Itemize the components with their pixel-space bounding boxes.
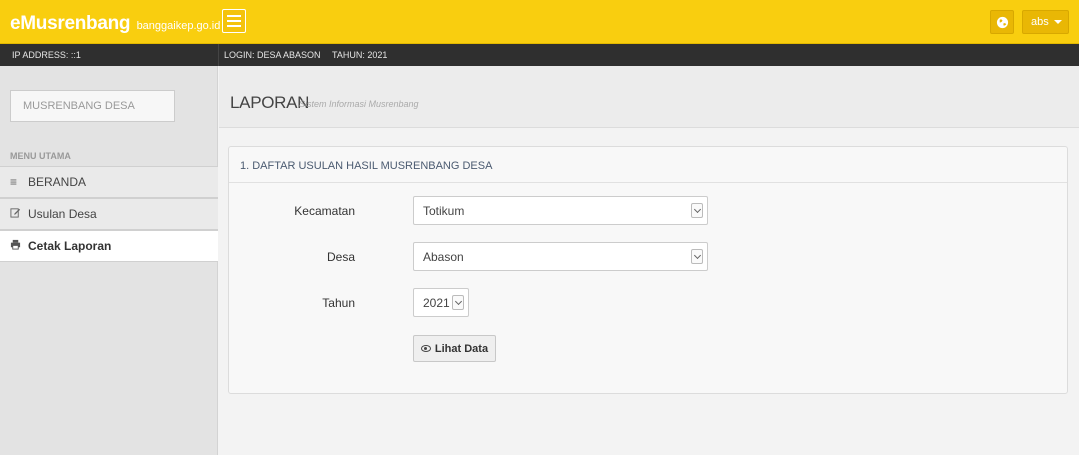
lihat-data-button[interactable]: Lihat Data	[413, 335, 496, 362]
kecamatan-label: Kecamatan	[294, 204, 355, 218]
lihat-data-label: Lihat Data	[434, 342, 489, 355]
info-bar: IP ADDRESS: ::1 LOGIN: DESA ABASON TAHUN…	[0, 44, 1079, 66]
eye-icon	[420, 345, 431, 352]
content-header: LAPORAN Sistem Informasi Musrenbang	[219, 66, 1079, 128]
globe-icon	[996, 16, 1008, 28]
sidebar-item-cetak-laporan[interactable]: Cetak Laporan	[0, 230, 218, 262]
sidebar-module-box: MUSRENBANG DESA	[10, 90, 175, 122]
panel-heading: 1. DAFTAR USULAN HASIL MUSRENBANG DESA	[229, 147, 1067, 183]
desa-label: Desa	[326, 250, 355, 264]
caret-down-icon	[1053, 20, 1062, 25]
year-info: TAHUN: 2021	[332, 50, 388, 60]
brand-logo[interactable]: eMusrenbang banggaikep.go.id	[0, 0, 221, 44]
sidebar-item-beranda[interactable]: ≡ BERANDA	[0, 166, 218, 198]
edit-icon	[10, 207, 22, 221]
desa-value: Abason	[423, 250, 464, 264]
top-navbar: eMusrenbang banggaikep.go.id abs	[0, 0, 1079, 44]
page-subtitle: Sistem Informasi Musrenbang	[299, 99, 419, 109]
sidebar-item-label: Usulan Desa	[28, 207, 97, 221]
sidebar-toggle-button[interactable]	[222, 9, 246, 33]
sidebar-item-label: BERANDA	[28, 175, 87, 189]
chevron-down-icon	[691, 249, 703, 264]
tahun-select[interactable]: 2021	[413, 288, 469, 317]
chevron-down-icon	[691, 203, 703, 218]
kecamatan-select[interactable]: Totikum	[413, 196, 708, 225]
sidebar-item-label: Cetak Laporan	[28, 239, 112, 253]
globe-button[interactable]	[990, 10, 1014, 34]
user-name: abs	[1031, 16, 1049, 28]
sidebar-item-usulan-desa[interactable]: Usulan Desa	[0, 198, 218, 230]
ip-address: IP ADDRESS: ::1	[12, 50, 81, 60]
page-title: LAPORAN	[230, 93, 310, 112]
infobar-divider	[218, 44, 219, 66]
hamburger-icon	[227, 15, 241, 17]
user-menu-button[interactable]: abs	[1022, 10, 1069, 34]
print-icon	[10, 239, 22, 253]
tahun-value: 2021	[423, 296, 450, 310]
login-info: LOGIN: DESA ABASON	[224, 50, 321, 60]
menu-header: MENU UTAMA	[10, 151, 71, 161]
list-icon: ≡	[10, 175, 18, 189]
chevron-down-icon	[452, 295, 464, 310]
desa-select[interactable]: Abason	[413, 242, 708, 271]
tahun-label: Tahun	[322, 296, 355, 310]
brand-domain: banggaikep.go.id	[136, 20, 221, 32]
kecamatan-value: Totikum	[423, 204, 465, 218]
brand-name: eMusrenbang	[10, 13, 131, 34]
